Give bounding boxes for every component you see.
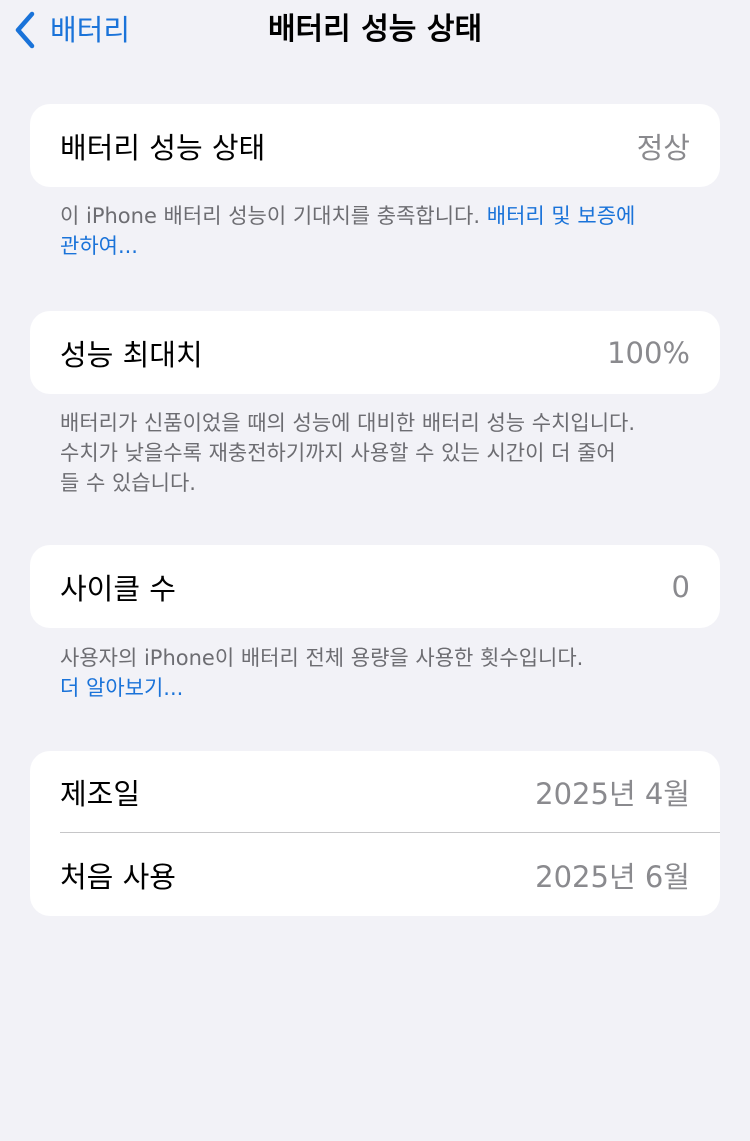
navigation-bar: 배터리 배터리 성능 상태 (0, 0, 750, 62)
max-capacity-label: 성능 최대치 (60, 337, 203, 372)
max-capacity-note-line: 배터리가 신품이었을 때의 성능에 대비한 배터리 성능 수치입니다. (60, 411, 636, 435)
cycle-count-row: 사이클 수 0 (30, 545, 720, 628)
first-use-label: 처음 사용 (60, 859, 176, 894)
battery-health-footnote: 이 iPhone 배터리 성능이 기대치를 충족합니다. 배터리 및 보증에 관… (60, 201, 710, 261)
first-use-row: 처음 사용 2025년 6월 (30, 833, 720, 916)
battery-health-value: 정상 (636, 130, 690, 165)
battery-warranty-link[interactable]: 배터리 및 보증에 (487, 204, 636, 228)
max-capacity-card: 성능 최대치 100% (30, 311, 720, 394)
battery-health-note: 이 iPhone 배터리 성능이 기대치를 충족합니다. (60, 204, 481, 228)
battery-health-label: 배터리 성능 상태 (60, 130, 266, 165)
manufacture-date-label: 제조일 (60, 776, 141, 811)
manufacture-date-row: 제조일 2025년 4월 (30, 751, 720, 832)
cycle-count-value: 0 (671, 569, 690, 604)
battery-warranty-link-continued[interactable]: 관하여... (60, 234, 138, 258)
max-capacity-row: 성능 최대치 100% (30, 311, 720, 394)
max-capacity-footnote: 배터리가 신품이었을 때의 성능에 대비한 배터리 성능 수치입니다. 수치가 … (60, 408, 710, 498)
page-title: 배터리 성능 상태 (267, 12, 483, 47)
max-capacity-note-line: 들 수 있습니다. (60, 471, 196, 495)
battery-dates-card: 제조일 2025년 4월 처음 사용 2025년 6월 (30, 751, 720, 916)
battery-health-row: 배터리 성능 상태 정상 (30, 104, 720, 187)
cycle-count-card: 사이클 수 0 (30, 545, 720, 628)
cycle-count-footnote: 사용자의 iPhone이 배터리 전체 용량을 사용한 횟수입니다. 더 알아보… (60, 643, 710, 703)
max-capacity-value: 100% (607, 335, 690, 370)
manufacture-date-value: 2025년 4월 (535, 776, 690, 811)
max-capacity-note-line: 수치가 낮을수록 재충전하기까지 사용할 수 있는 시간이 더 줄어 (60, 441, 616, 465)
cycle-count-note: 사용자의 iPhone이 배터리 전체 용량을 사용한 횟수입니다. (60, 646, 584, 670)
first-use-value: 2025년 6월 (535, 859, 690, 894)
learn-more-link[interactable]: 더 알아보기... (60, 676, 183, 700)
cycle-count-label: 사이클 수 (60, 571, 176, 606)
battery-health-card: 배터리 성능 상태 정상 (30, 104, 720, 187)
